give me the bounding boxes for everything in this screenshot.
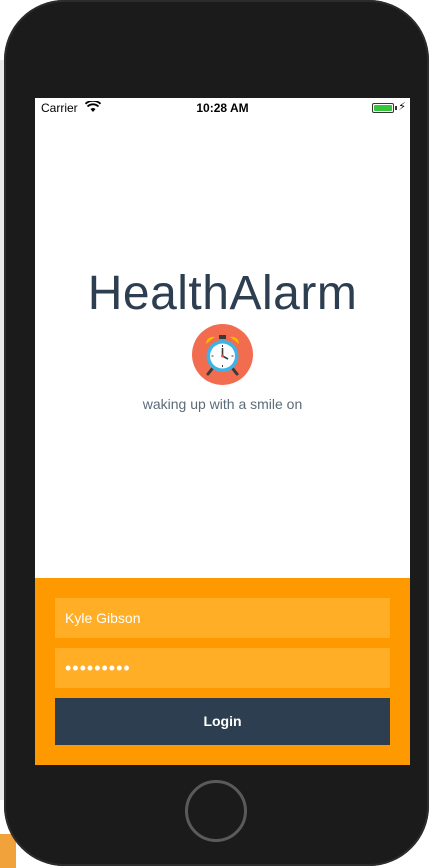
hero-section: HealthAlarm waking up with a smile on [35, 98, 410, 578]
desktop-background: Carrier 10:28 AM ⚡ HealthAlarm waking up… [0, 0, 433, 868]
login-button[interactable]: Login [55, 698, 390, 745]
alarm-clock-icon [205, 335, 240, 376]
password-field[interactable]: ••••••••• [55, 648, 390, 688]
app-title: HealthAlarm [87, 267, 358, 320]
home-button[interactable] [185, 780, 247, 842]
app-tagline: waking up with a smile on [142, 396, 303, 412]
device-screen: Carrier 10:28 AM ⚡ HealthAlarm waking up… [35, 98, 410, 765]
username-field[interactable]: Kyle Gibson [55, 598, 390, 638]
app-logo [192, 324, 253, 385]
login-panel: Kyle Gibson ••••••••• Login [35, 578, 410, 765]
iphone-simulator-frame: Carrier 10:28 AM ⚡ HealthAlarm waking up… [4, 0, 429, 866]
